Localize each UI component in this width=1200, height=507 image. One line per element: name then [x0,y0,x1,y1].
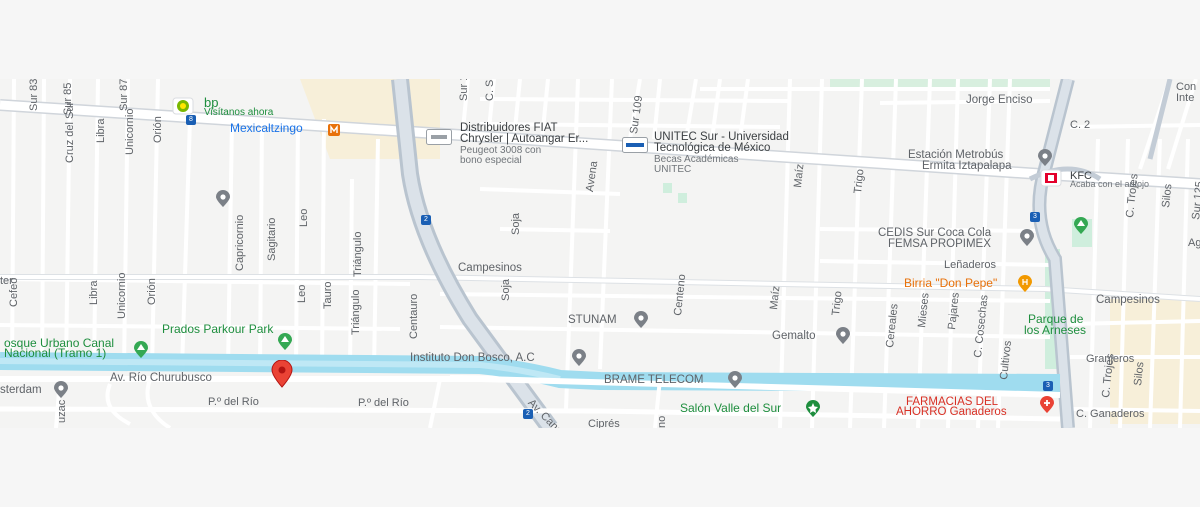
place-marker-icon [1020,229,1034,246]
street-label: Trigo [852,168,867,195]
street-label: Sagitario [266,217,278,261]
street-label: Soja [510,212,522,235]
event-venue-icon [806,400,820,417]
street-label: C. Ganaderos [1076,408,1145,420]
street-label: C. 2 [1070,119,1091,131]
place-name: Birria "Don Pepe" [904,276,998,290]
street-label: Unicornio [116,272,128,319]
metro-station-icon [328,124,340,136]
park-tree-icon [134,341,148,358]
park-tree-icon [1074,217,1088,234]
street-label: no [656,415,668,428]
restaurant-icon [1018,275,1032,292]
street-label: Av. Río Churubusco [110,372,212,384]
street-label: Leo [298,208,310,227]
street-label: Triángulo [352,231,364,277]
street-label: Silos [1160,183,1175,209]
place-subtitle: bono especial [460,155,522,166]
place-marker-icon [836,327,850,344]
place-subtitle: Acaba con el antojo [1070,179,1150,189]
place-name: los Arneses [1024,323,1087,337]
street-label: Tauro [322,281,334,309]
bp-logo-icon [172,97,194,115]
kfc-logo-icon [1040,169,1062,187]
place-name: FEMSA PROPIMEX [888,238,991,250]
place-name: AHORRO Ganaderos [896,406,1007,418]
street-label: Soja [500,278,512,301]
highway-shield: 3 [1030,212,1040,222]
highway-shield: 8 [186,115,196,125]
place-name: Salón Valle del Sur [680,401,782,415]
street-label: Granjeros [1086,353,1135,365]
street-label: Inte [1176,92,1195,104]
street-label: Maíz [768,285,783,311]
place-name: STUNAM [568,314,617,326]
street-label: Campesinos [458,262,522,274]
pharmacy-icon [1040,396,1054,413]
highway-shield: 2 [523,409,533,419]
street-label: Sur 1 [458,79,470,101]
street-label: C. Sur [484,79,496,101]
place-marker-icon[interactable] [52,381,70,399]
place-name: Gemalto [772,330,816,342]
place-name: Tecnológica de México [654,142,771,154]
street-label: Leo [296,284,308,303]
street-label: Maíz [792,163,807,189]
station-name: Mexicaltzingo [230,121,303,135]
place-marker-icon [1038,149,1052,166]
place-subtitle: UNITEC [654,164,692,175]
place-name: Ermita Iztapalapa [922,160,1012,172]
highway-shield: 2 [421,215,431,225]
park-tree-icon [278,333,292,350]
street-label: Leñaderos [944,259,996,271]
place-marker-icon[interactable] [214,190,232,208]
street-label: Trigo [830,290,845,317]
street-label: Ag [1188,237,1200,249]
street-label: P.º del Río [208,396,259,408]
street-label: Orión [146,278,158,305]
place-name: Nacional (Tramo 1) [4,346,107,360]
highway-shield: 3 [1043,381,1053,391]
place-marker-icon [728,371,742,388]
street-label: Sur 83 [28,79,40,111]
street-label: Centauro [408,293,420,339]
street-label: P.º del Río [358,397,409,409]
street-label: uzac [56,399,68,423]
street-label: Capricornio [234,214,246,271]
place-name: Prados Parkour Park [162,322,274,336]
place-name: Chrysler | Autoangar Er... [460,133,589,145]
red-location-pin-icon[interactable] [268,360,296,388]
street-label: ter [0,275,13,287]
street-label: Libra [88,280,100,305]
street-label: Jorge Enciso [966,94,1033,106]
street-label: Ciprés [588,418,620,428]
place-marker-icon [634,311,648,328]
street-label: Campesinos [1096,294,1160,306]
place-marker-icon [572,349,586,366]
bp-subtitle: Visítanos ahora [204,107,274,118]
place-name: BRAME TELECOM [604,374,704,386]
street-label: Sur 87 [118,79,130,111]
street-label: Libra [95,118,107,143]
street-label: Orión [152,116,164,143]
street-label: sterdam [0,384,42,396]
street-label: Triángulo [350,289,362,335]
car-dealer-icon [426,129,452,145]
university-logo-icon [622,137,648,153]
map-view[interactable]: Sur 83 Sur 85 Sur 87 Sur 1 C. Sur Sur 10… [0,79,1200,428]
street-label: Cruz del Sur [64,101,76,163]
street-label: Unicornio [124,108,136,155]
place-name: Instituto Don Bosco, A.C [410,352,535,364]
